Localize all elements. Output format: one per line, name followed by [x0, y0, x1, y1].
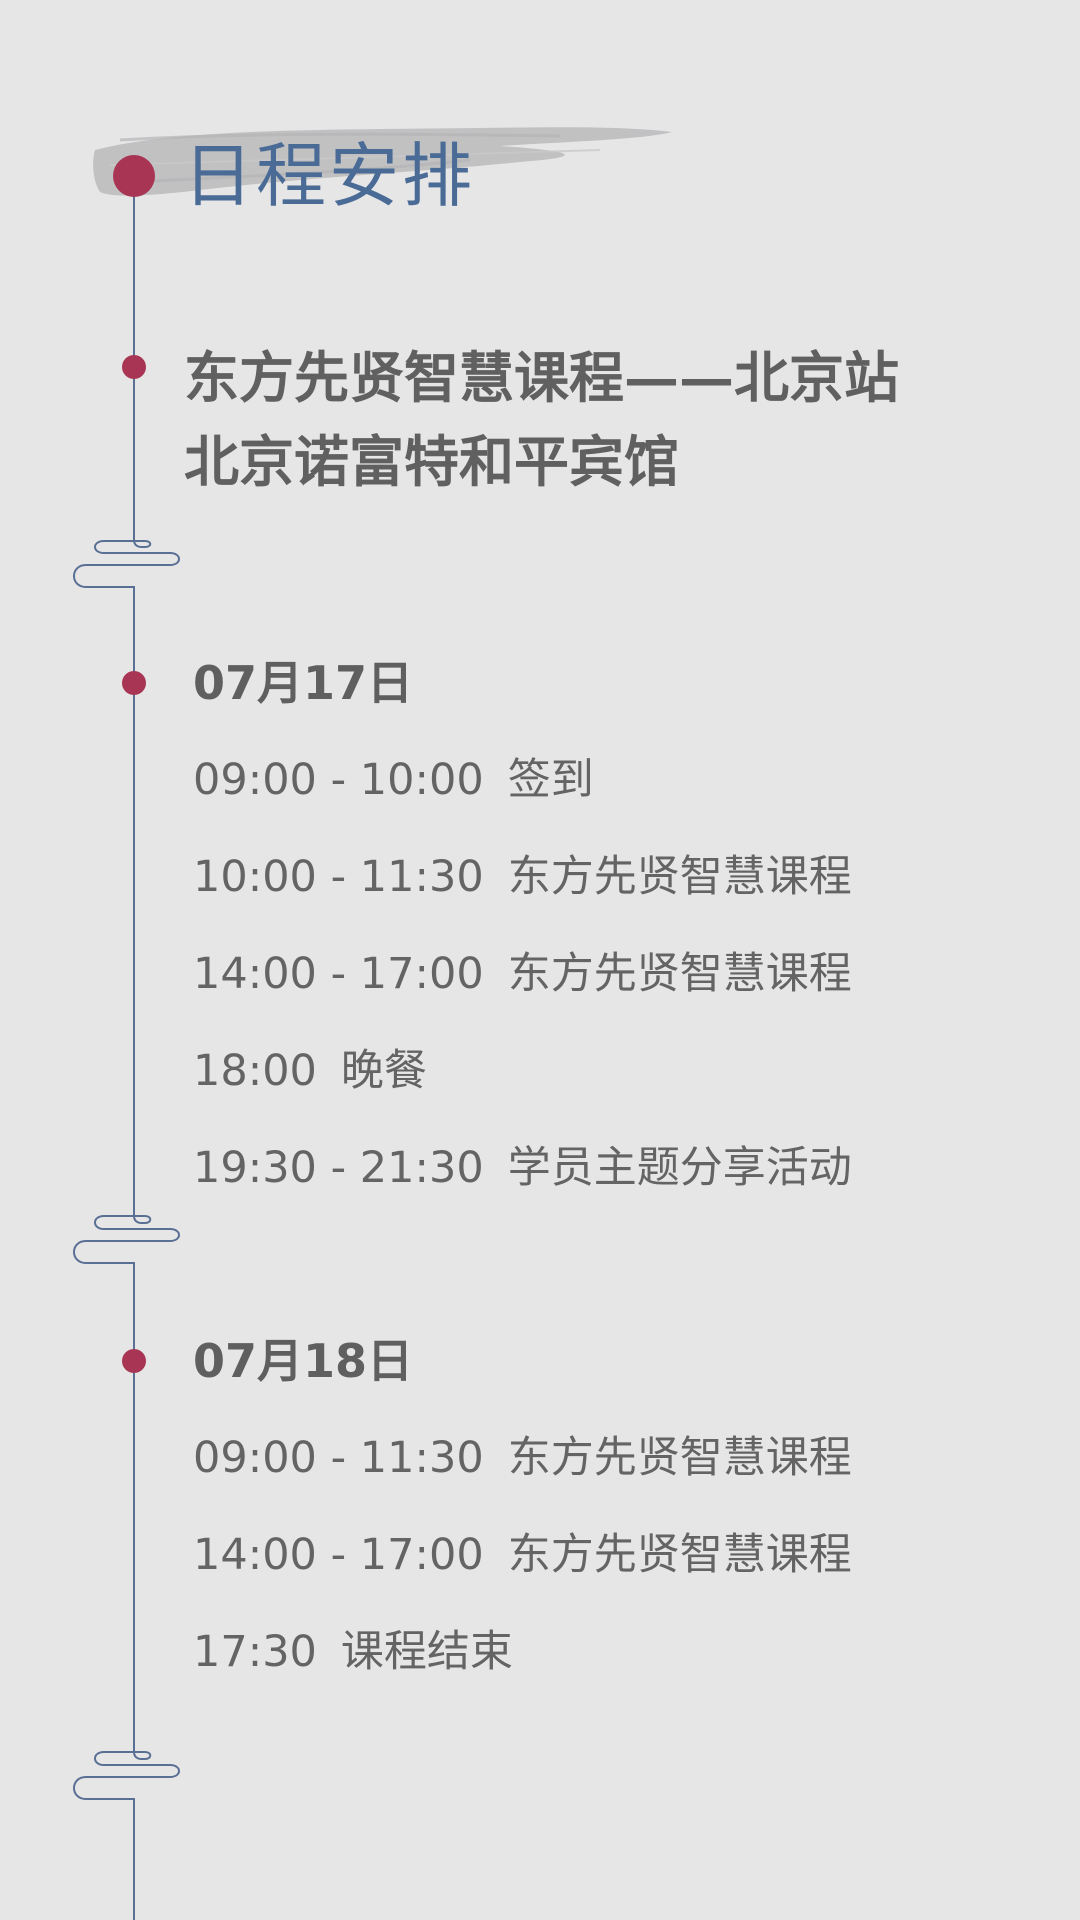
item-time: 18:00 — [193, 1046, 317, 1096]
schedule-item: 14:00 - 17:00 东方先贤智慧课程 — [193, 944, 852, 1004]
page-title: 日程安排 — [183, 135, 475, 217]
item-activity: 晚餐 — [340, 1046, 427, 1096]
day-section-0718: 07月18日 09:00 - 11:30 东方先贤智慧课程 14:00 - 17:… — [193, 1331, 852, 1682]
event-name: 东方先贤智慧课程——北京站 — [184, 345, 900, 410]
item-time: 14:00 - 17:00 — [193, 949, 484, 999]
item-time: 14:00 - 17:00 — [193, 1530, 484, 1580]
day-section-0717: 07月17日 09:00 - 10:00 签到 10:00 - 11:30 东方先贤… — [193, 653, 852, 1198]
item-time: 17:30 — [193, 1627, 317, 1677]
item-activity: 东方先贤智慧课程 — [507, 1433, 852, 1483]
item-time: 10:00 - 11:30 — [193, 852, 484, 902]
schedule-item: 09:00 - 10:00 签到 — [193, 750, 852, 810]
item-time: 09:00 - 11:30 — [193, 1433, 484, 1483]
event-venue: 北京诺富特和平宾馆 — [184, 429, 680, 494]
schedule-page: 日程安排 东方先贤智慧课程——北京站 北京诺富特和平宾馆 07月17日 09:0… — [0, 0, 1080, 1920]
event-dot — [122, 355, 146, 379]
day-2-dot — [122, 1349, 146, 1373]
schedule-item: 17:30 课程结束 — [193, 1622, 852, 1682]
item-time: 19:30 - 21:30 — [193, 1143, 484, 1193]
schedule-item: 18:00 晚餐 — [193, 1041, 852, 1101]
cloud-scroll-ornament-3 — [73, 1750, 180, 1818]
item-activity: 东方先贤智慧课程 — [507, 1530, 852, 1580]
cloud-scroll-ornament-1 — [73, 537, 180, 620]
day-date: 07月17日 — [193, 656, 414, 710]
item-activity: 东方先贤智慧课程 — [507, 852, 852, 902]
item-time: 09:00 - 10:00 — [193, 755, 484, 805]
item-activity: 东方先贤智慧课程 — [507, 949, 852, 999]
item-activity: 学员主题分享活动 — [507, 1143, 852, 1193]
day-date: 07月18日 — [193, 1334, 414, 1388]
schedule-item: 10:00 - 11:30 东方先贤智慧课程 — [193, 847, 852, 907]
day-1-dot — [122, 671, 146, 695]
schedule-item: 14:00 - 17:00 东方先贤智慧课程 — [193, 1525, 852, 1585]
event-title-block: 东方先贤智慧课程——北京站 北京诺富特和平宾馆 — [184, 336, 899, 504]
schedule-item: 19:30 - 21:30 学员主题分享活动 — [193, 1138, 852, 1198]
cloud-scroll-ornament-2 — [73, 1213, 180, 1282]
schedule-item: 09:00 - 11:30 东方先贤智慧课程 — [193, 1428, 852, 1488]
item-activity: 课程结束 — [340, 1627, 513, 1677]
item-activity: 签到 — [507, 755, 594, 805]
header-dot — [113, 155, 155, 197]
